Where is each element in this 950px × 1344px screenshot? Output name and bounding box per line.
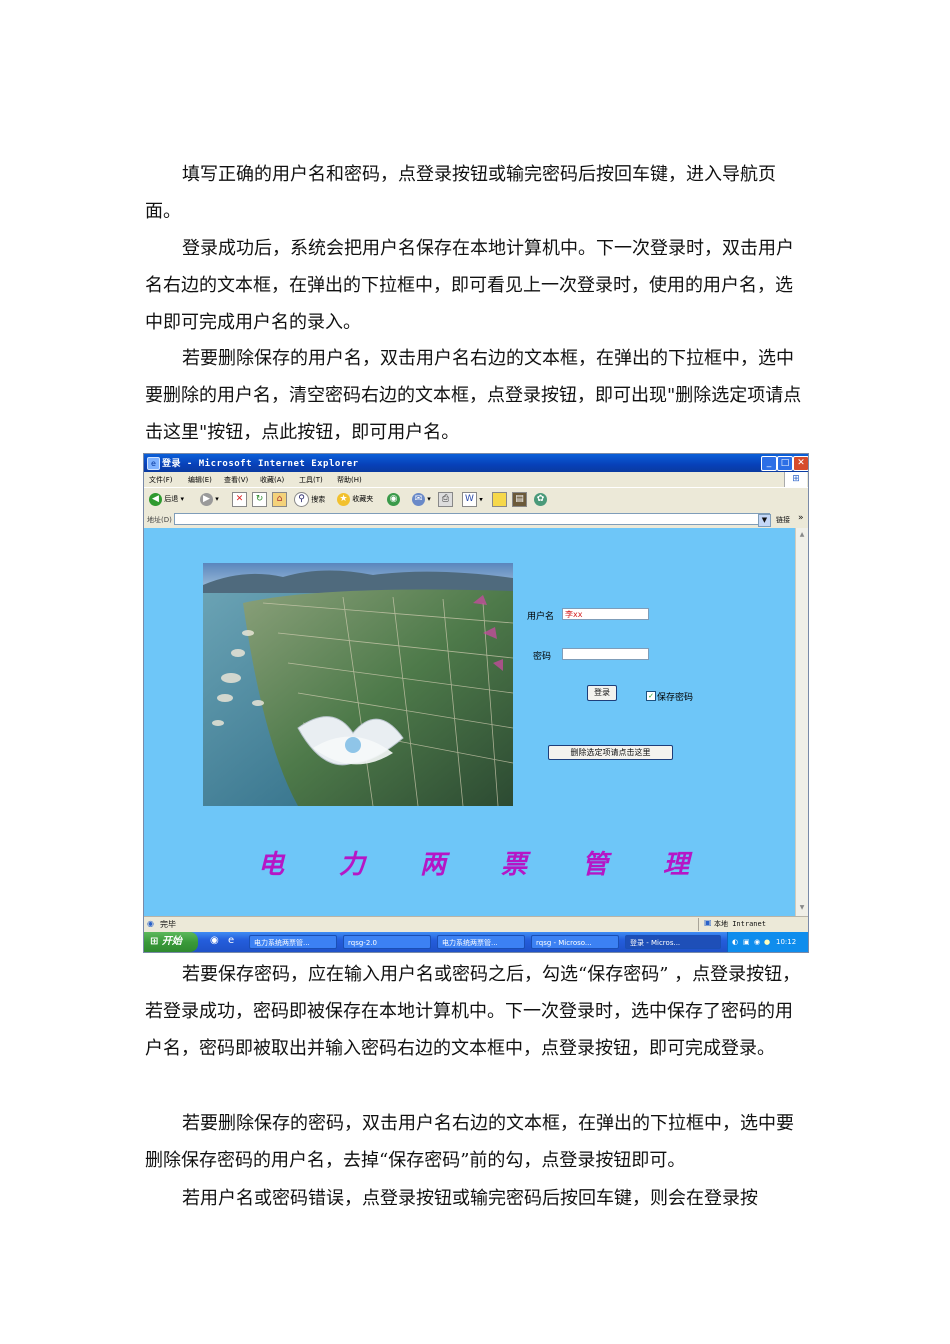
tray-icon[interactable]: ◉ <box>754 932 760 952</box>
close-icon[interactable]: ✕ <box>793 456 808 471</box>
maximize-icon[interactable]: □ <box>777 456 793 471</box>
word-icon: W <box>462 492 477 507</box>
stop-icon: ✕ <box>232 492 247 507</box>
taskbar-item-active[interactable]: 登录 - Micros... <box>625 935 721 949</box>
print-button[interactable]: ⎙ <box>438 492 453 507</box>
address-input[interactable] <box>174 513 770 525</box>
menu-favorites[interactable]: 收藏(A) <box>260 475 284 485</box>
page-content: 用户名 李xx 密码 登录 ✓ 保存密码 删除选定项请点击这里 电 力 两 票 … <box>144 528 795 916</box>
slogan-char: 力 <box>339 850 366 880</box>
messenger-icon: ✿ <box>534 492 547 506</box>
taskbar-item[interactable]: 电力系统两票管... <box>437 935 525 949</box>
taskbar-item[interactable]: 电力系统两票管... <box>249 935 337 949</box>
folder-icon <box>492 492 507 507</box>
slogan-char: 票 <box>501 850 528 880</box>
edit-button[interactable]: W ▾ <box>462 492 483 507</box>
home-icon: ⌂ <box>272 492 287 507</box>
address-bar: 地址(D) ▼ 链接 » <box>144 512 808 528</box>
vertical-scrollbar[interactable]: ▲ ▼ <box>795 528 808 916</box>
paragraph-6: 若用户名或密码错误，点登录按钮或输完密码后按回车键，则会在登录按 <box>182 1188 758 1209</box>
window-titlebar: e 登录 - Microsoft Internet Explorer _ □ ✕ <box>144 454 808 472</box>
intranet-icon: ▣ <box>704 918 712 927</box>
minimize-icon[interactable]: _ <box>761 456 777 471</box>
status-bar: ◉ 完毕 ▣ 本地 Intranet <box>144 916 808 932</box>
password-label: 密码 <box>533 652 552 662</box>
slogan-char: 两 <box>420 850 447 880</box>
system-tray: ◐ ▣ ◉ ● 10:12 <box>727 932 808 952</box>
taskbar-item[interactable]: rqsg-2.0 <box>343 935 431 949</box>
aerial-city-image <box>203 563 513 806</box>
tray-icon[interactable]: ● <box>764 932 770 952</box>
search-icon: ⚲ <box>294 492 309 507</box>
chevron-right-icon[interactable]: » <box>798 513 804 523</box>
scroll-up-icon[interactable]: ▲ <box>797 530 807 540</box>
browser-screenshot: e 登录 - Microsoft Internet Explorer _ □ ✕… <box>143 453 809 953</box>
delete-selected-button[interactable]: 删除选定项请点击这里 <box>548 745 673 760</box>
print-icon: ⎙ <box>438 492 453 507</box>
slogan-char: 理 <box>663 850 690 880</box>
menu-view[interactable]: 查看(V) <box>224 475 248 485</box>
username-label: 用户名 <box>527 612 555 622</box>
taskbar: ⊞ 开始 ◉ e 电力系统两票管... rqsg-2.0 电力系统两票管... … <box>144 932 808 952</box>
ie-quicklaunch-icon[interactable]: e <box>228 935 234 946</box>
scroll-down-icon[interactable]: ▼ <box>797 903 807 913</box>
menu-tools[interactable]: 工具(T) <box>299 475 323 485</box>
refresh-icon: ↻ <box>252 492 267 507</box>
star-icon: ★ <box>337 492 350 506</box>
toolbar: ◀ 后退 ▾ ▶ ▾ ✕ ↻ ⌂ ⚲ 搜索 ★ 收藏夹 ◉ ✉ ▾ ⎙ W ▾ … <box>144 487 808 513</box>
stop-button[interactable]: ✕ <box>232 492 247 507</box>
links-button[interactable]: 链接 <box>776 515 790 525</box>
forward-arrow-icon: ▶ <box>200 492 213 506</box>
tray-icon[interactable]: ◐ <box>732 932 738 952</box>
slogan-char: 管 <box>582 850 609 880</box>
save-password-checkbox[interactable]: ✓ <box>646 691 656 701</box>
status-divider <box>698 918 699 931</box>
paragraph-1: 填写正确的用户名和密码，点登录按钮或输完密码后按回车键，进入导航页面。 <box>145 164 776 222</box>
discuss-button[interactable] <box>492 492 507 507</box>
back-button[interactable]: ◀ 后退 ▾ <box>149 492 184 507</box>
paragraph-2: 登录成功后，系统会把用户名保存在本地计算机中。下一次登录时，双击用户名右边的文本… <box>145 238 794 333</box>
media-icon: ◉ <box>387 492 400 506</box>
research-button[interactable]: ▤ <box>512 492 527 507</box>
tray-icon[interactable]: ▣ <box>743 932 750 952</box>
menu-help[interactable]: 帮助(H) <box>337 475 362 485</box>
menu-edit[interactable]: 编辑(E) <box>188 475 212 485</box>
page-done-icon: ◉ <box>147 919 154 928</box>
favorites-button[interactable]: ★ 收藏夹 <box>337 492 373 507</box>
status-text: 完毕 <box>160 920 176 929</box>
password-input[interactable] <box>562 648 649 660</box>
mail-icon: ✉ <box>412 492 425 506</box>
slogan-title: 电 力 两 票 管 理 <box>244 844 724 880</box>
menu-bar: 文件(F) 编辑(E) 查看(V) 收藏(A) 工具(T) 帮助(H) <box>144 472 808 487</box>
windows-logo-icon: ⊞ <box>784 472 807 487</box>
slogan-char: 电 <box>258 850 285 880</box>
ie-icon: e <box>147 457 160 470</box>
paragraph-5: 若要删除保存的密码，双击用户名右边的文本框，在弹出的下拉框中，选中要删除保存密码… <box>145 1113 794 1171</box>
refresh-button[interactable]: ↻ <box>252 492 267 507</box>
back-arrow-icon: ◀ <box>149 492 162 506</box>
mail-button[interactable]: ✉ ▾ <box>412 492 431 507</box>
messenger-button[interactable]: ✿ <box>534 492 547 507</box>
chevron-down-icon[interactable]: ▼ <box>758 514 771 527</box>
windows-flag-icon: ⊞ <box>150 936 162 947</box>
address-label: 地址(D) <box>147 516 172 524</box>
zone-text: 本地 Intranet <box>714 920 766 928</box>
start-button[interactable]: ⊞ 开始 <box>144 932 198 952</box>
taskbar-item[interactable]: rqsg - Microso... <box>531 935 619 949</box>
media-button[interactable]: ◉ <box>387 492 400 507</box>
forward-button[interactable]: ▶ ▾ <box>200 492 219 507</box>
clock: 10:12 <box>776 938 797 946</box>
menu-file[interactable]: 文件(F) <box>149 475 173 485</box>
search-button[interactable]: ⚲ 搜索 <box>294 492 325 507</box>
login-button[interactable]: 登录 <box>587 685 617 701</box>
research-icon: ▤ <box>512 492 527 507</box>
paragraph-3: 若要删除保存的用户名，双击用户名右边的文本框，在弹出的下拉框中，选中要删除的用户… <box>145 348 802 443</box>
save-password-label: 保存密码 <box>657 693 694 703</box>
quicklaunch-icon[interactable]: ◉ <box>210 935 219 946</box>
home-button[interactable]: ⌂ <box>272 492 287 507</box>
paragraph-4: 若要保存密码，应在输入用户名或密码之后，勾选“保存密码” ，点登录按钮，若登录成… <box>145 964 801 1059</box>
username-input[interactable]: 李xx <box>562 608 649 620</box>
window-title: 登录 - Microsoft Internet Explorer <box>162 459 359 469</box>
